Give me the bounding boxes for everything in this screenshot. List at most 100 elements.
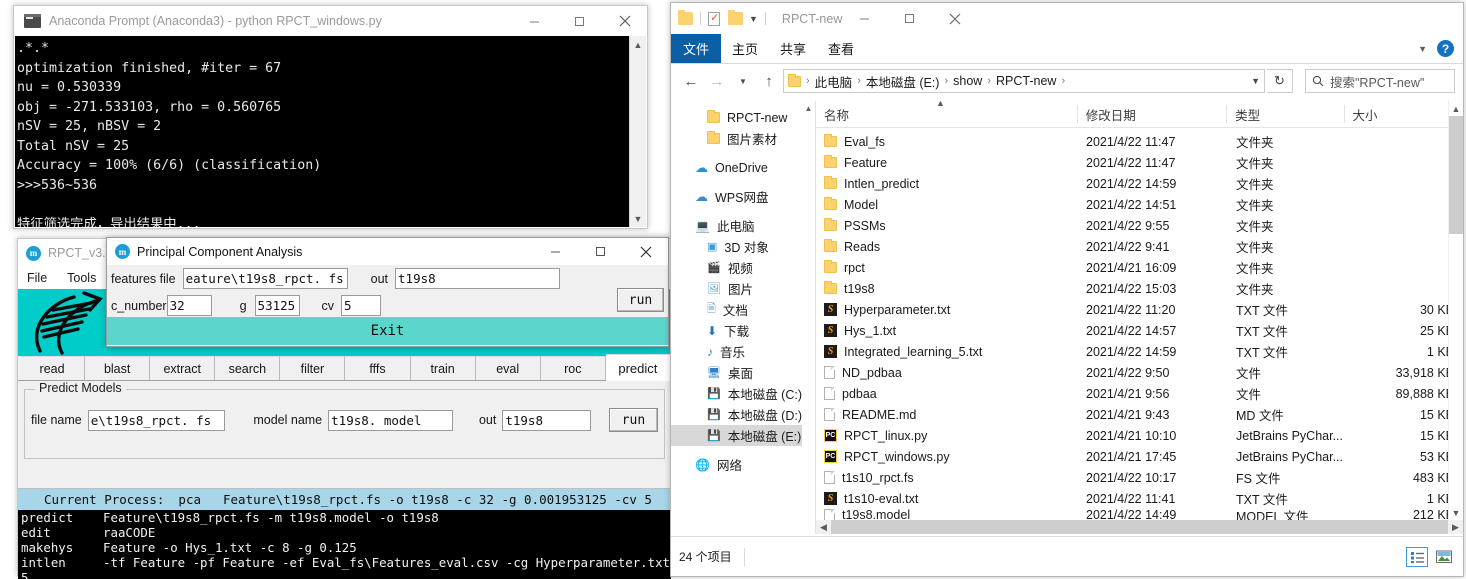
nav-item-documents[interactable]: 🗎 文档 bbox=[671, 299, 815, 320]
anaconda-titlebar[interactable]: Anaconda Prompt (Anaconda3) - python RPC… bbox=[14, 6, 647, 36]
help-icon[interactable]: ? bbox=[1437, 40, 1454, 57]
crumb-rpct-new[interactable]: RPCT-new bbox=[996, 74, 1056, 88]
nav-item-downloads[interactable]: ⬇ 下载 bbox=[671, 320, 815, 341]
tab-search[interactable]: search bbox=[215, 356, 281, 380]
tab-filter[interactable]: filter bbox=[280, 356, 346, 380]
folder-icon[interactable] bbox=[678, 10, 693, 25]
hscrollbar-thumb[interactable] bbox=[831, 520, 1448, 534]
list-scroll-up-icon[interactable]: ▲ bbox=[1449, 101, 1463, 116]
nav-item-3d-objects[interactable]: ▣ 3D 对象 bbox=[671, 236, 815, 257]
navigation-pane[interactable]: RPCT-new 图片素材 ☁ OneDrive ☁ WPS网盘 💻 此电脑 ▣… bbox=[671, 101, 816, 534]
new-folder-icon[interactable] bbox=[728, 10, 743, 25]
pca-minimize-button[interactable] bbox=[533, 237, 578, 267]
list-scroll-down-icon[interactable]: ▼ bbox=[1449, 505, 1463, 520]
pca-titlebar[interactable]: m Principal Component Analysis bbox=[107, 238, 668, 265]
table-row[interactable]: PC RPCT_windows.py 2021/4/21 17:45 JetBrain… bbox=[816, 446, 1463, 467]
crumb-drive-e[interactable]: 本地磁盘 (E:) bbox=[866, 72, 940, 91]
table-row[interactable]: Eval_fs 2021/4/22 11:47 文件夹 bbox=[816, 131, 1463, 152]
ribbon-tab-file[interactable]: 文件 bbox=[671, 34, 722, 63]
refresh-icon[interactable]: ↻ bbox=[1267, 69, 1293, 93]
console-scrollbar[interactable]: ▲ ▼ bbox=[629, 36, 646, 227]
table-row[interactable]: pdbaa 2021/4/21 9:56 文件 89,888 KB bbox=[816, 383, 1463, 404]
nav-scrollbar[interactable]: ▲ bbox=[802, 101, 815, 534]
table-row[interactable]: rpct 2021/4/21 16:09 文件夹 bbox=[816, 257, 1463, 278]
crumb-this-pc[interactable]: 此电脑 bbox=[815, 72, 853, 91]
tab-extract[interactable]: extract bbox=[150, 356, 216, 380]
nav-item-music[interactable]: ♪ 音乐 bbox=[671, 341, 815, 362]
table-row[interactable]: S Integrated_learning_5.txt 2021/4/22 14:5… bbox=[816, 341, 1463, 362]
table-row[interactable]: Feature 2021/4/22 11:47 文件夹 bbox=[816, 152, 1463, 173]
column-size[interactable]: 大小 bbox=[1343, 105, 1463, 123]
nav-item-this-pc[interactable]: 💻 此电脑 bbox=[671, 215, 815, 236]
menu-file[interactable]: File bbox=[27, 271, 47, 285]
out-input[interactable]: t19s8 bbox=[502, 409, 591, 431]
pca-exit-button[interactable]: Exit bbox=[107, 317, 668, 345]
nav-item-pictures[interactable]: 🖼 图片 bbox=[671, 278, 815, 299]
maximize-button[interactable] bbox=[557, 6, 602, 36]
address-dropdown-icon[interactable]: ▼ bbox=[1251, 76, 1260, 86]
scroll-up-icon[interactable]: ▲ bbox=[630, 36, 646, 53]
rpct-tabs[interactable]: read blast extract search filter fffs tr… bbox=[18, 354, 671, 381]
file-list-hscrollbar[interactable]: ◀ ▶ bbox=[816, 520, 1463, 534]
tab-roc[interactable]: roc bbox=[540, 356, 606, 380]
nav-item-drive-d[interactable]: 💾 本地磁盘 (D:) bbox=[671, 404, 815, 425]
nav-item-pictures-material[interactable]: 图片素材 bbox=[671, 128, 815, 149]
pca-maximize-button[interactable] bbox=[578, 237, 623, 267]
table-row[interactable]: St1s10-eval.txt 2021/4/22 11:41 TXT 文件 1 KB bbox=[816, 488, 1463, 509]
nav-item-desktop[interactable]: 🖥 桌面 bbox=[671, 362, 815, 383]
back-icon[interactable]: ← bbox=[679, 69, 703, 93]
file-list-scrollbar[interactable]: ▲ ▼ bbox=[1448, 101, 1463, 520]
table-row[interactable]: Intlen_predict 2021/4/22 14:59 文件夹 bbox=[816, 173, 1463, 194]
features-file-input[interactable]: eature\t19s8_rpct. fs bbox=[182, 268, 348, 289]
forward-icon[interactable]: → bbox=[705, 69, 729, 93]
menu-tools[interactable]: Tools bbox=[67, 271, 96, 285]
pca-dialog-window[interactable]: m Principal Component Analysis features … bbox=[106, 237, 669, 347]
tab-train[interactable]: train bbox=[410, 356, 476, 380]
c-number-input[interactable]: 32 bbox=[166, 295, 212, 316]
tab-predict[interactable]: predict bbox=[605, 354, 671, 381]
tab-fffs[interactable]: fffs bbox=[345, 356, 411, 380]
file-name-input[interactable]: e\t19s8_rpct. fs bbox=[87, 409, 226, 431]
details-view-button[interactable] bbox=[1406, 546, 1428, 567]
nav-scroll-up-icon[interactable]: ▲ bbox=[802, 101, 815, 115]
table-row[interactable]: t1s10_rpct.fs 2021/4/22 10:17 FS 文件 483 KB bbox=[816, 467, 1463, 488]
hscroll-right-icon[interactable]: ▶ bbox=[1448, 520, 1463, 534]
explorer-maximize-button[interactable] bbox=[887, 4, 932, 34]
explorer-ribbon[interactable]: 文件 主页 共享 查看 ▼ ? bbox=[671, 34, 1463, 64]
explorer-titlebar[interactable]: ▼ RPCT-new bbox=[671, 3, 1463, 34]
ribbon-expand-icon[interactable]: ▼ bbox=[1418, 44, 1427, 54]
tab-eval[interactable]: eval bbox=[475, 356, 541, 380]
table-row[interactable]: README.md 2021/4/21 9:43 MD 文件 15 KB bbox=[816, 404, 1463, 425]
up-icon[interactable]: ↑ bbox=[757, 69, 781, 93]
g-input[interactable]: 53125 bbox=[254, 295, 300, 316]
table-row[interactable]: ND_pdbaa 2021/4/22 9:50 文件 33,918 KB bbox=[816, 362, 1463, 383]
anaconda-prompt-window[interactable]: Anaconda Prompt (Anaconda3) - python RPC… bbox=[13, 5, 648, 229]
nav-item-onedrive[interactable]: ☁ OneDrive bbox=[671, 157, 815, 178]
ribbon-tab-view[interactable]: 查看 bbox=[817, 34, 865, 63]
table-row[interactable]: S Hyperparameter.txt 2021/4/22 11:20 TXT 文件… bbox=[816, 299, 1463, 320]
search-box[interactable]: 搜索"RPCT-new" bbox=[1305, 69, 1455, 93]
chevron-down-icon[interactable]: ▼ bbox=[749, 14, 758, 24]
tab-read[interactable]: read bbox=[20, 356, 86, 380]
model-name-input[interactable]: t19s8. model bbox=[328, 409, 453, 431]
explorer-minimize-button[interactable] bbox=[842, 4, 887, 34]
pca-close-button[interactable] bbox=[623, 237, 668, 267]
tab-blast[interactable]: blast bbox=[85, 356, 151, 380]
nav-item-videos[interactable]: 🎬 视频 bbox=[671, 257, 815, 278]
table-row[interactable]: t19s8 2021/4/22 15:03 文件夹 bbox=[816, 278, 1463, 299]
ribbon-tab-share[interactable]: 共享 bbox=[769, 34, 817, 63]
column-name[interactable]: 名称 ▲ bbox=[816, 101, 1077, 123]
recent-locations-icon[interactable]: ▼ bbox=[731, 69, 755, 93]
nav-item-wps-cloud[interactable]: ☁ WPS网盘 bbox=[671, 186, 815, 207]
pca-run-button[interactable]: run bbox=[617, 288, 664, 312]
table-row[interactable]: PC RPCT_linux.py 2021/4/21 10:10 JetBrains … bbox=[816, 425, 1463, 446]
column-headers[interactable]: 名称 ▲ 修改日期 类型 大小 bbox=[816, 101, 1463, 128]
run-button[interactable]: run bbox=[608, 408, 658, 432]
ribbon-tab-home[interactable]: 主页 bbox=[721, 34, 769, 63]
nav-item-drive-e[interactable]: 💾 本地磁盘 (E:) bbox=[671, 425, 815, 446]
scroll-down-icon[interactable]: ▼ bbox=[630, 210, 646, 227]
cv-input[interactable]: 5 bbox=[341, 295, 382, 316]
close-button[interactable] bbox=[602, 6, 647, 36]
table-row[interactable]: PSSMs 2021/4/22 9:55 文件夹 bbox=[816, 215, 1463, 236]
large-icons-view-button[interactable] bbox=[1433, 547, 1455, 567]
